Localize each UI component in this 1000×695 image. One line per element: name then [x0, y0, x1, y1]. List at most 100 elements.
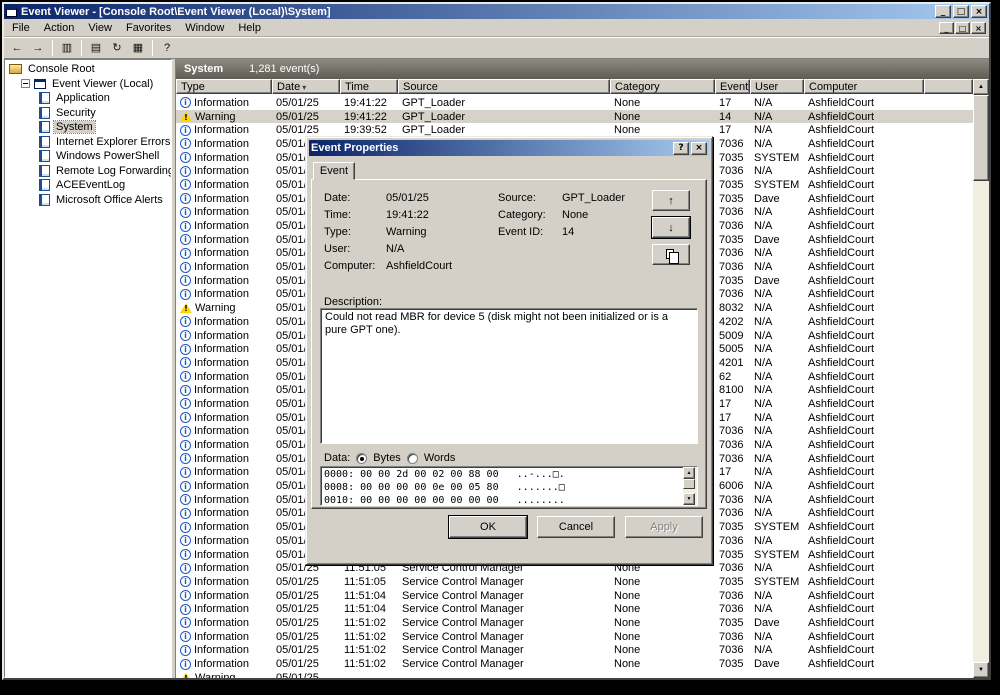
cell-comp: AshfieldCourt [804, 247, 924, 259]
information-icon: i [180, 330, 191, 341]
ok-button[interactable]: OK [449, 516, 527, 538]
scroll-down-icon[interactable]: ▼ [973, 662, 989, 678]
child-minimize-button[interactable]: _ [939, 22, 954, 34]
cell-time: 19:39:52 [340, 124, 398, 136]
column-header-category[interactable]: Category [610, 79, 715, 94]
menu-view[interactable]: View [81, 20, 119, 36]
apply-button: Apply [625, 516, 703, 538]
scrollbar-thumb[interactable] [973, 95, 989, 181]
information-icon: i [180, 426, 191, 437]
cell-comp: AshfieldCourt [804, 439, 924, 451]
refresh-icon[interactable]: ↻ [107, 39, 127, 57]
table-row[interactable]: !Warning05/01/25 [176, 671, 973, 678]
cell-event: 7036 [715, 590, 750, 602]
menu-file[interactable]: File [5, 20, 37, 36]
column-header-time[interactable]: Time [340, 79, 398, 94]
show-tree-icon[interactable]: ▥ [57, 39, 77, 57]
scroll-up-icon[interactable]: ▲ [973, 79, 989, 95]
cell-type: iInformation [176, 617, 272, 629]
column-header-date[interactable]: Date▾ [272, 79, 340, 94]
dialog-close-button[interactable]: × [691, 142, 707, 155]
table-row[interactable]: iInformation05/01/2511:51:02Service Cont… [176, 616, 973, 630]
tree-item-remote-log-forwarding[interactable]: Remote Log Forwarding [5, 164, 171, 179]
hex-scrollbar[interactable]: ▲ ▼ [683, 467, 697, 505]
vertical-scrollbar[interactable]: ▲ ▼ [973, 79, 989, 678]
table-row[interactable]: iInformation05/01/2511:51:02Service Cont… [176, 630, 973, 644]
tab-event[interactable]: Event [313, 162, 355, 180]
words-radio[interactable] [407, 453, 418, 464]
category-label: Category: [498, 209, 562, 221]
menu-window[interactable]: Window [178, 20, 231, 36]
table-row[interactable]: !Warning05/01/2519:41:22GPT_LoaderNone14… [176, 110, 973, 124]
information-icon: i [180, 631, 191, 642]
column-header-user[interactable]: User [750, 79, 804, 94]
table-row[interactable]: iInformation05/01/2519:39:52GPT_LoaderNo… [176, 123, 973, 137]
hex-scroll-up-icon[interactable]: ▲ [683, 467, 695, 479]
tree-item-label: Security [54, 107, 98, 119]
table-row[interactable]: iInformation05/01/2511:51:02Service Cont… [176, 644, 973, 658]
information-icon: i [180, 152, 191, 163]
cell-event: 14 [715, 111, 750, 123]
cell-event: 7036 [715, 425, 750, 437]
scrollbar-track[interactable] [973, 181, 989, 662]
tree-item-windows-powershell[interactable]: Windows PowerShell [5, 149, 171, 164]
help-icon[interactable]: ? [157, 39, 177, 57]
hex-data-box[interactable]: 0000: 00 00 2d 00 02 00 88 00 ..-...□. 0… [320, 466, 698, 506]
export-list-icon[interactable]: ▦ [128, 39, 148, 57]
column-header-type[interactable]: Type [176, 79, 272, 94]
table-row[interactable]: iInformation05/01/2519:41:22GPT_LoaderNo… [176, 96, 973, 110]
column-header-computer[interactable]: Computer [804, 79, 924, 94]
tree-item-aceeventlog[interactable]: ACEEventLog [5, 178, 171, 193]
cell-user: SYSTEM [750, 576, 804, 588]
tree-item-application[interactable]: Application [5, 91, 171, 106]
tree-item-microsoft-office-alerts[interactable]: Microsoft Office Alerts [5, 193, 171, 208]
cell-user: N/A [750, 453, 804, 465]
column-header-source[interactable]: Source [398, 79, 610, 94]
log-icon [39, 194, 50, 206]
cell-comp: AshfieldCourt [804, 384, 924, 396]
hex-scrollbar-thumb[interactable] [683, 479, 695, 489]
information-icon: i [180, 453, 191, 464]
collapse-icon[interactable] [21, 79, 30, 88]
information-icon: i [180, 604, 191, 615]
column-header-event[interactable]: Event [715, 79, 750, 94]
tree-item-internet-explorer-errors[interactable]: Internet Explorer Errors [5, 135, 171, 150]
window-titlebar[interactable]: Event Viewer - [Console Root\Event Viewe… [4, 4, 989, 19]
table-row[interactable]: iInformation05/01/2511:51:05Service Cont… [176, 575, 973, 589]
tree-item-event-viewer-local[interactable]: Event Viewer (Local) [5, 77, 171, 92]
next-event-button[interactable]: ↓ [652, 217, 690, 238]
menu-action[interactable]: Action [37, 20, 82, 36]
dialog-help-button[interactable]: ? [673, 142, 689, 155]
table-row[interactable]: iInformation05/01/2511:51:02Service Cont… [176, 657, 973, 671]
tree-item-console-root[interactable]: Console Root [5, 62, 171, 77]
cancel-button[interactable]: Cancel [537, 516, 615, 538]
cell-comp: AshfieldCourt [804, 631, 924, 643]
menu-help[interactable]: Help [231, 20, 268, 36]
cell-event: 6006 [715, 480, 750, 492]
back-icon[interactable]: ← [7, 39, 27, 57]
forward-icon[interactable]: → [28, 39, 48, 57]
table-row[interactable]: iInformation05/01/2511:51:04Service Cont… [176, 602, 973, 616]
menu-favorites[interactable]: Favorites [119, 20, 178, 36]
description-box[interactable]: Could not read MBR for device 5 (disk mi… [320, 308, 698, 444]
cell-comp: AshfieldCourt [804, 507, 924, 519]
minimize-button[interactable]: _ [935, 5, 951, 18]
dialog-titlebar[interactable]: Event Properties ? × [309, 140, 709, 156]
copy-button[interactable] [652, 244, 690, 265]
maximize-button[interactable]: □ [953, 5, 969, 18]
table-row[interactable]: iInformation05/01/2511:51:04Service Cont… [176, 589, 973, 603]
child-close-button[interactable]: × [971, 22, 986, 34]
previous-event-button[interactable]: ↑ [652, 190, 690, 211]
hex-scroll-down-icon[interactable]: ▼ [683, 493, 695, 505]
bytes-radio[interactable] [356, 453, 367, 464]
computer-label: Computer: [324, 260, 386, 272]
child-restore-button[interactable]: □ [955, 22, 970, 34]
cell-event: 7035 [715, 658, 750, 670]
cell-cat: None [610, 124, 715, 136]
tree-item-system[interactable]: System [5, 120, 171, 135]
tree-item-security[interactable]: Security [5, 106, 171, 121]
close-button[interactable]: × [971, 5, 987, 18]
properties-icon[interactable]: ▤ [86, 39, 106, 57]
cell-user: Dave [750, 617, 804, 629]
cell-comp: AshfieldCourt [804, 275, 924, 287]
